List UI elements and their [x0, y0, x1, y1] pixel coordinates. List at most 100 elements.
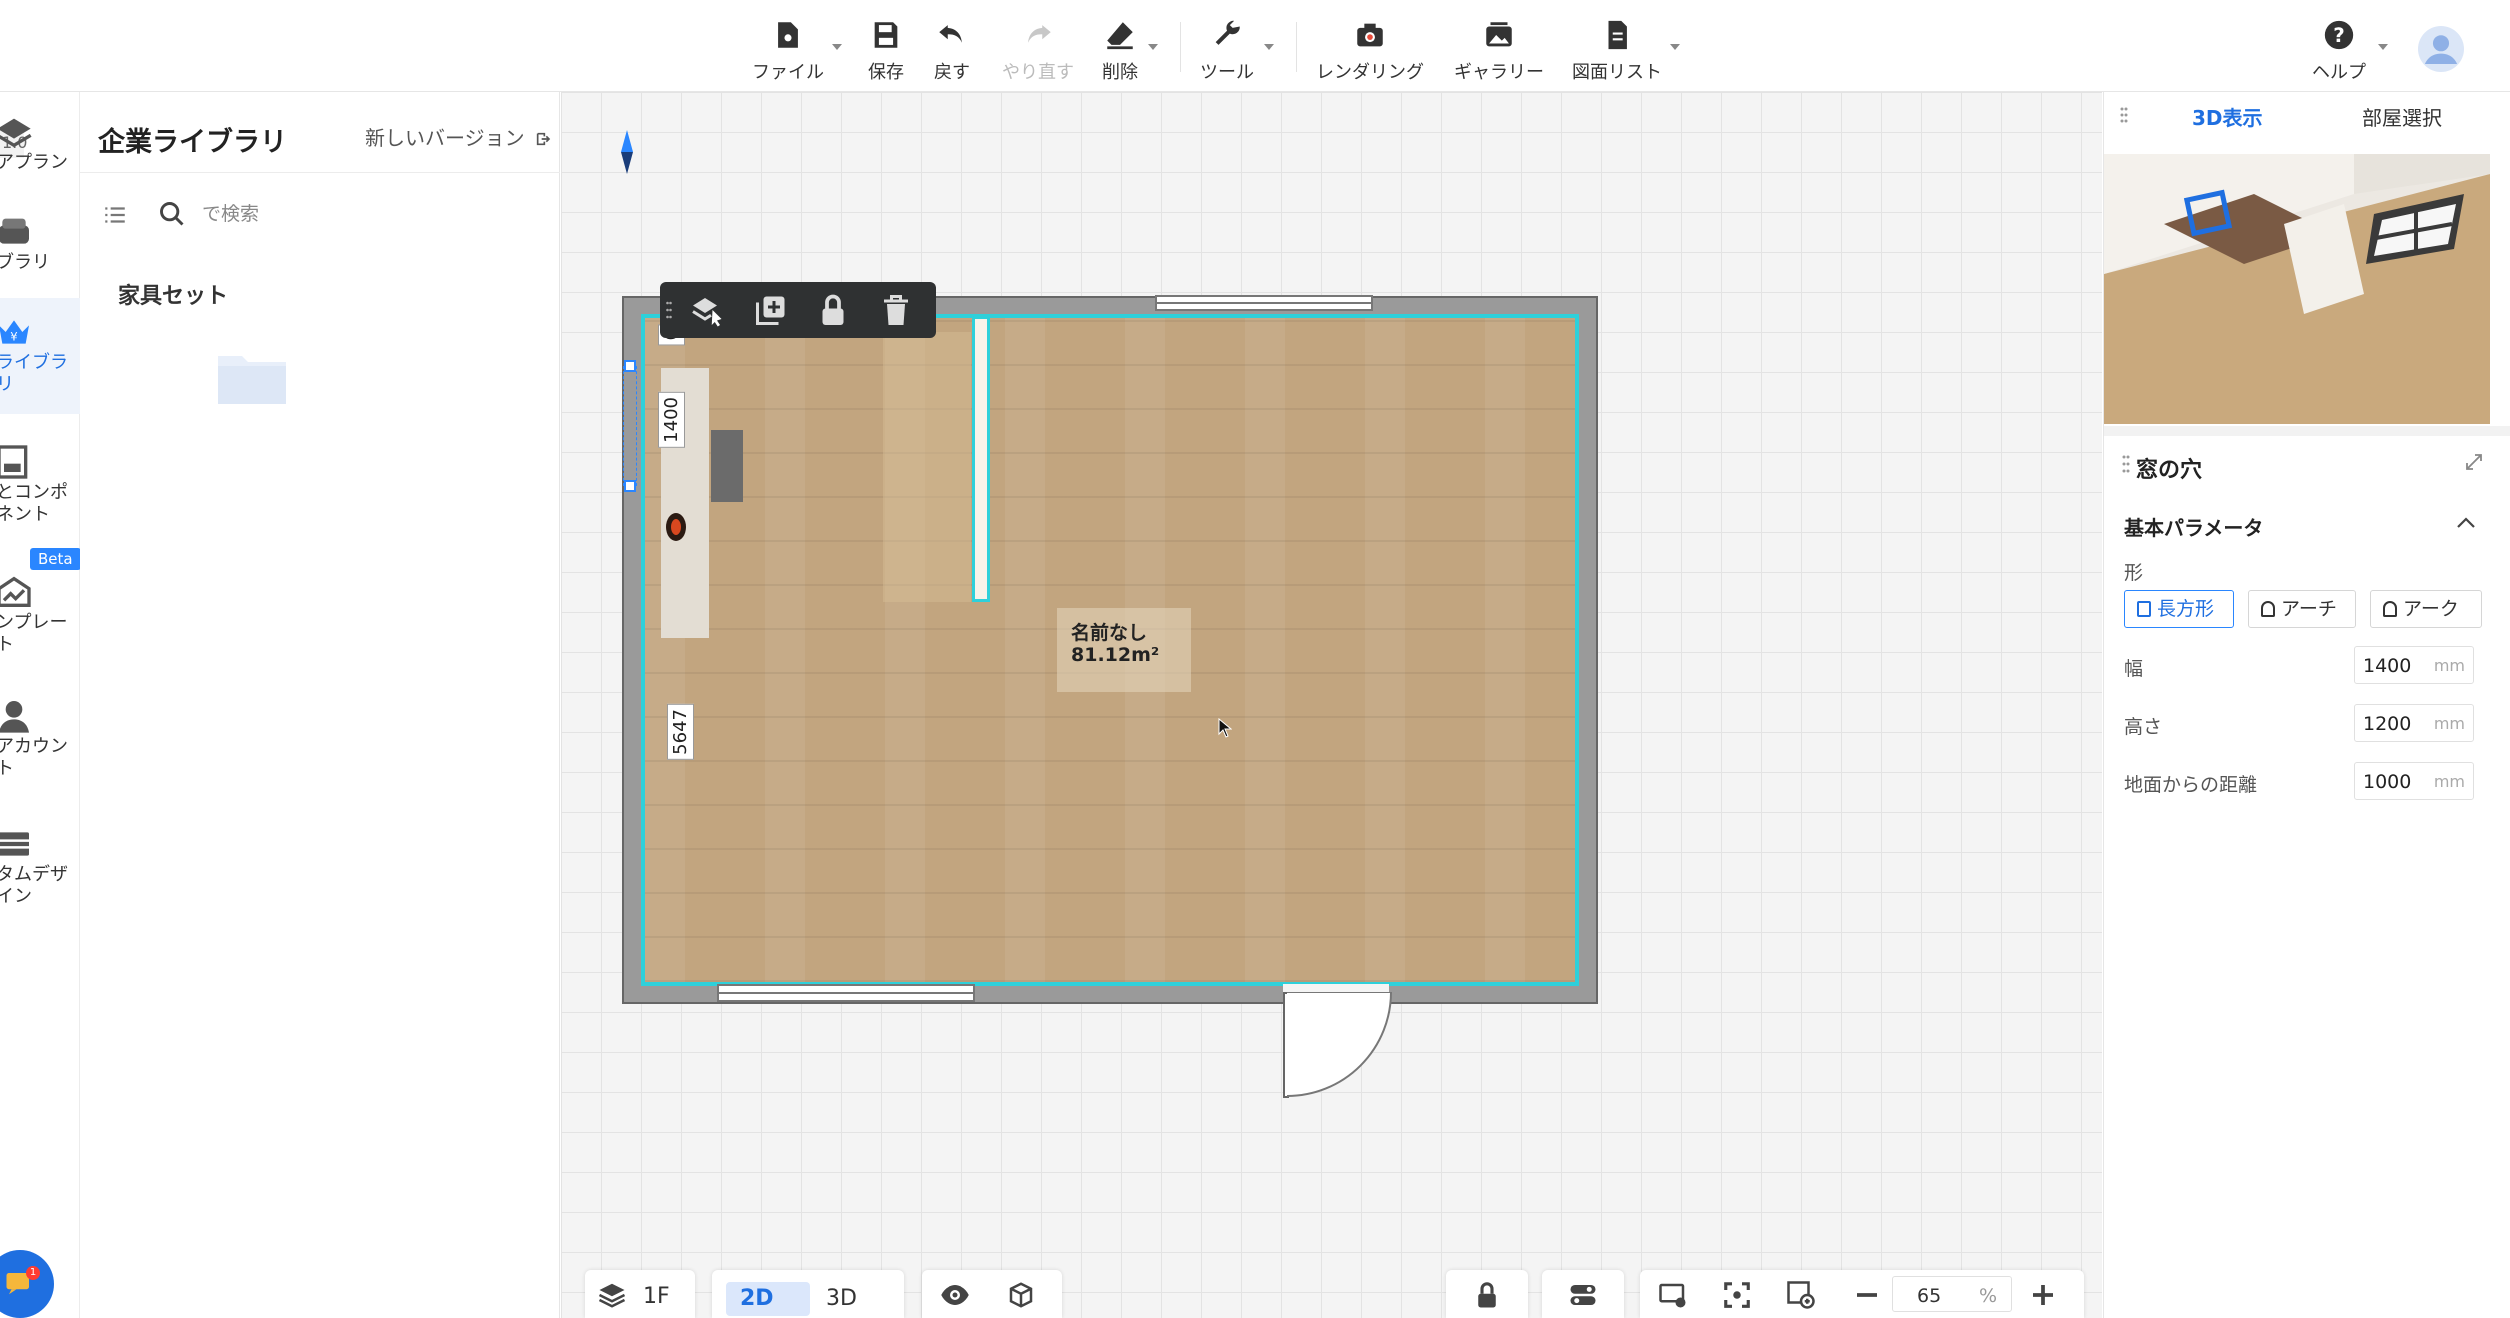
chevron-down-icon: [1670, 44, 1680, 50]
param-width-row: 幅 mm: [2124, 646, 2494, 686]
new-version-link[interactable]: 新しいバージョン: [365, 122, 551, 151]
eraser-icon: [1107, 22, 1133, 50]
resize-handle[interactable]: [624, 360, 636, 372]
help-button[interactable]: ? ヘルプ: [2312, 18, 2366, 84]
lock-icon[interactable]: [1472, 1280, 1502, 1310]
floorplan-canvas[interactable]: 6 1400 5647 名前なし 81.12m²: [561, 92, 2102, 1318]
rectangle-icon: [2137, 601, 2151, 617]
drag-handle-icon[interactable]: [2120, 106, 2128, 124]
file-menu-button[interactable]: ファイル: [752, 18, 824, 84]
nav-item-account[interactable]: アカウン ト: [0, 696, 80, 780]
unit-label: mm: [2433, 714, 2465, 733]
folder-icon[interactable]: [216, 348, 288, 406]
toolbar-divider: [1296, 22, 1297, 72]
toggle-settings-icon[interactable]: [1568, 1280, 1598, 1310]
zoom-out-icon[interactable]: [1852, 1280, 1882, 1310]
room-label[interactable]: 名前なし 81.12m²: [1057, 608, 1191, 692]
cube-icon[interactable]: [1006, 1280, 1036, 1310]
chevron-up-icon[interactable]: [2456, 514, 2476, 530]
stove[interactable]: [711, 430, 743, 502]
nav-item-floorplan[interactable]: アプラン: [0, 112, 80, 174]
fit-settings-icon[interactable]: [1658, 1280, 1688, 1310]
rendering-label: レンダリング: [1316, 62, 1424, 83]
resize-handle[interactable]: [624, 480, 636, 492]
duplicate-icon[interactable]: [753, 292, 789, 328]
gallery-button[interactable]: ギャラリー: [1454, 18, 1544, 84]
param-elevation-field[interactable]: mm: [2354, 762, 2474, 800]
drawing-list-button[interactable]: 図面リスト: [1572, 18, 1662, 84]
tab-room-select[interactable]: 部屋選択: [2362, 102, 2442, 131]
door-swing-arc: [1287, 992, 1393, 1097]
custom-design-icon: [0, 832, 29, 856]
nav-item-library[interactable]: ブラリ: [0, 212, 80, 274]
furniture-set-heading: 家具セット: [118, 284, 229, 309]
shape-arc-button[interactable]: アーク: [2370, 590, 2482, 628]
param-width-field[interactable]: mm: [2354, 646, 2474, 684]
wrench-icon: [1215, 20, 1240, 45]
window-bottom[interactable]: [717, 984, 975, 1002]
dimension-label: 5647: [667, 704, 694, 760]
floor-selector[interactable]: 1F: [585, 1270, 695, 1318]
heater-icon[interactable]: [665, 512, 687, 542]
shape-rectangle-button[interactable]: 長方形: [2124, 590, 2234, 628]
partition-wall[interactable]: [972, 316, 990, 602]
delete-label: 削除: [1102, 62, 1138, 83]
param-height-input[interactable]: [2363, 711, 2433, 737]
rendering-button[interactable]: レンダリング: [1316, 18, 1424, 84]
search-input[interactable]: [202, 198, 502, 230]
selected-window-hole[interactable]: [623, 366, 637, 486]
tools-label: ツール: [1200, 62, 1254, 83]
param-elevation-input[interactable]: [2363, 769, 2433, 795]
redo-button[interactable]: やり直す: [1002, 18, 1074, 84]
nav-item-templates[interactable]: ンプレー ト: [0, 572, 80, 656]
toolbar-divider: [1180, 22, 1181, 72]
param-width-input[interactable]: [2363, 653, 2433, 679]
lock-icon[interactable]: [815, 292, 851, 328]
chevron-down-icon: [832, 44, 842, 50]
zoom-input[interactable]: 65 %: [1892, 1276, 2012, 1312]
expand-icon[interactable]: [2464, 452, 2484, 472]
3d-preview[interactable]: [2104, 154, 2490, 424]
trash-icon[interactable]: [878, 292, 914, 328]
tools-menu-button[interactable]: ツール: [1200, 18, 1254, 84]
help-label: ヘルプ: [2312, 62, 2366, 83]
selection-toolbar: [660, 282, 936, 338]
view-3d-button[interactable]: 3D: [826, 1282, 896, 1316]
nav-item-custom-design[interactable]: タムデザ イン: [0, 824, 80, 908]
settings-control: [1542, 1270, 1624, 1318]
layers-icon: [598, 1283, 626, 1308]
undo-icon: [939, 25, 962, 43]
arc-icon: [2383, 601, 2397, 617]
room-area: 81.12m²: [1071, 644, 1160, 666]
nav-item-enterprise-library[interactable]: ¥ ライブラ リ: [0, 298, 80, 414]
nav-item-components[interactable]: とコンポ ネント: [0, 442, 80, 526]
drag-handle-icon[interactable]: [666, 300, 672, 320]
window-top[interactable]: [1155, 295, 1373, 311]
delete-button[interactable]: 削除: [1102, 18, 1138, 84]
tab-3d-view[interactable]: 3D表示: [2192, 102, 2263, 131]
library-panel: 企業ライブラリ 新しいバージョン 家具セット: [80, 92, 560, 1318]
undo-button[interactable]: 戻す: [934, 18, 970, 84]
zoom-area-icon[interactable]: [1786, 1280, 1816, 1310]
nav-label: とコンポ ネント: [0, 482, 68, 525]
eye-icon[interactable]: [940, 1280, 970, 1310]
compass-icon[interactable]: [619, 130, 635, 174]
redo-label: やり直す: [1002, 62, 1074, 83]
focus-icon[interactable]: [1722, 1280, 1752, 1310]
room-name: 名前なし: [1071, 622, 1148, 644]
basic-params-heading[interactable]: 基本パラメータ: [2124, 512, 2263, 541]
view-2d-button[interactable]: 2D: [726, 1282, 810, 1316]
library-title: 企業ライブラリ: [98, 127, 287, 158]
shape-arch-button[interactable]: アーチ: [2248, 590, 2356, 628]
zoom-in-icon[interactable]: [2028, 1280, 2058, 1310]
avatar[interactable]: [2418, 26, 2464, 72]
drag-handle-icon[interactable]: [2122, 454, 2130, 474]
select-similar-icon[interactable]: [690, 292, 726, 328]
param-label: 高さ: [2124, 716, 2163, 738]
help-icon: ?: [2324, 20, 2354, 50]
svg-text:?: ?: [2333, 24, 2345, 47]
param-height-field[interactable]: mm: [2354, 704, 2474, 742]
counter-top[interactable]: [883, 332, 971, 602]
save-button[interactable]: 保存: [868, 18, 904, 84]
list-icon[interactable]: [102, 202, 128, 228]
